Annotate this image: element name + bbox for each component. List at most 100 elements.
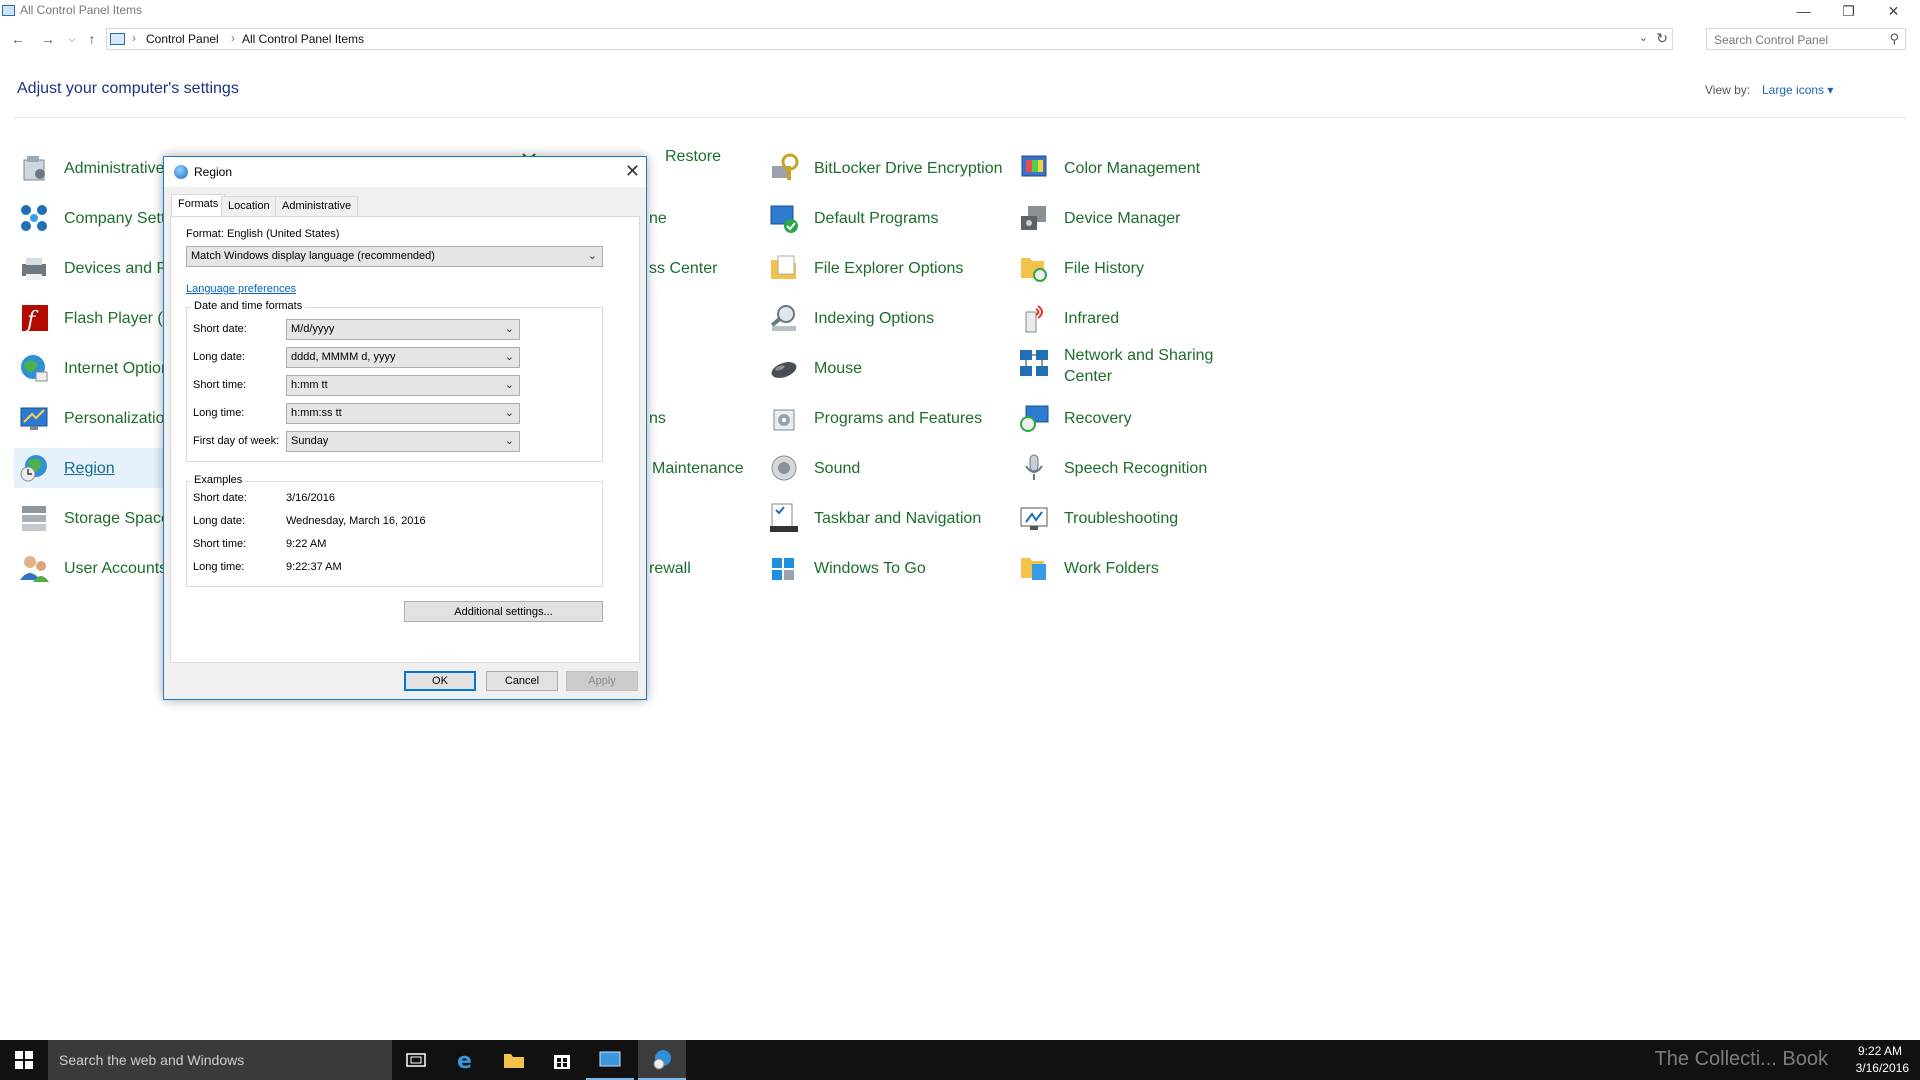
first-day-of-week-value: Sunday (291, 435, 329, 447)
taskbar-region[interactable] (638, 1040, 686, 1080)
cp-item-label: Troubleshooting (1064, 509, 1179, 527)
short-date-label: Short date: (193, 323, 247, 335)
cp-item-work-folders[interactable]: Work Folders (1018, 548, 1159, 588)
dialog-close-button[interactable]: ✕ (625, 161, 640, 182)
header-divider (14, 117, 1906, 118)
cp-item-label: Sound (814, 459, 861, 477)
cp-item-label: Maintenance (652, 459, 744, 477)
ok-button[interactable]: OK (404, 671, 476, 691)
clock-date[interactable]: 3/16/2016 (1856, 1061, 1909, 1075)
chevron-down-icon: ⌄ (587, 250, 597, 262)
cp-item-user-accounts[interactable]: User Accounts (18, 548, 167, 588)
long-date-select[interactable]: dddd, MMMM d, yyyy ⌄ (286, 347, 520, 368)
cp-item-label: Windows To Go (814, 559, 926, 577)
search-icon[interactable]: ⚲ (1889, 31, 1899, 47)
short-date-select[interactable]: M/d/yyyy ⌄ (286, 319, 520, 340)
cp-item-windows-to-go[interactable]: Windows To Go (768, 548, 926, 588)
taskbar-search-input[interactable]: Search the web and Windows (59, 1052, 244, 1068)
address-bar[interactable]: › Control Panel › All Control Panel Item… (106, 28, 1673, 50)
windows-logo-icon (15, 1051, 33, 1069)
additional-settings-button[interactable]: Additional settings... (404, 601, 603, 622)
clock-time[interactable]: 9:22 AM (1858, 1044, 1902, 1058)
cp-item-bitlocker[interactable]: BitLocker Drive Encryption (768, 148, 1003, 188)
cp-item-color-management[interactable]: Color Management (1018, 148, 1200, 188)
cp-item-administrative-tools[interactable]: Administrative (18, 148, 164, 188)
cp-item-file-explorer-options[interactable]: File Explorer Options (768, 248, 963, 288)
tab-location[interactable]: Location (221, 196, 277, 216)
cp-item-company-settings[interactable]: Company Setti (18, 198, 169, 238)
start-button[interactable] (0, 1040, 48, 1080)
taskbar-edge[interactable]: e (442, 1040, 490, 1080)
folder-icon (504, 1054, 524, 1068)
cp-item-partial[interactable]: ss Center (649, 248, 717, 288)
cp-item-partial[interactable]: ne (649, 198, 667, 238)
cp-item-device-manager[interactable]: Device Manager (1018, 198, 1181, 238)
tab-administrative[interactable]: Administrative (275, 196, 359, 216)
cp-item-troubleshooting[interactable]: Troubleshooting (1018, 498, 1178, 538)
cp-item-label: Network and Sharing Center (1064, 347, 1214, 385)
first-day-of-week-select[interactable]: Sunday ⌄ (286, 431, 520, 452)
work-folders-icon (1018, 552, 1050, 584)
cp-item-storage-spaces[interactable]: Storage Spaces (18, 498, 178, 538)
address-row: ← → ⌵ ↑ › Control Panel › All Control Pa… (0, 26, 1920, 52)
recent-locations-chevron-icon[interactable]: ⌵ (62, 29, 82, 49)
cp-item-programs-features[interactable]: Programs and Features (768, 398, 982, 438)
back-button[interactable]: ← (8, 29, 28, 49)
cp-item-label: User Accounts (64, 559, 168, 577)
cp-item-internet-options[interactable]: Internet Option (18, 348, 170, 388)
cp-item-indexing-options[interactable]: Indexing Options (768, 298, 934, 338)
long-time-select[interactable]: h:mm:ss tt ⌄ (286, 403, 520, 424)
search-box[interactable]: Search Control Panel ⚲ (1706, 28, 1906, 50)
long-time-value: h:mm:ss tt (291, 407, 342, 419)
restore-button[interactable]: ❐ (1826, 0, 1871, 22)
format-select[interactable]: Match Windows display language (recommen… (186, 246, 603, 267)
cp-item-network-sharing[interactable]: Network and Sharing Center (1018, 347, 1234, 392)
cp-item-region[interactable]: Region (14, 448, 164, 488)
apply-button[interactable]: Apply (566, 671, 638, 691)
cp-item-label: Restore (665, 147, 722, 165)
control-panel-icon (599, 1051, 621, 1067)
cp-item-mouse[interactable]: Mouse (768, 348, 862, 388)
search-input[interactable]: Search Control Panel (1714, 33, 1828, 47)
cp-item-flash-player[interactable]: f Flash Player (3 (18, 298, 172, 338)
cp-item-recovery[interactable]: Recovery (1018, 398, 1132, 438)
close-button[interactable]: ✕ (1871, 0, 1916, 22)
breadcrumb-control-panel[interactable]: Control Panel (146, 32, 219, 46)
cp-item-devices-and-printers[interactable]: Devices and Pr (18, 248, 173, 288)
taskbar-search-box[interactable]: Search the web and Windows (48, 1040, 392, 1080)
taskbar-file-explorer[interactable] (490, 1040, 538, 1080)
address-dropdown-chevron-icon[interactable]: ⌄ (1639, 31, 1648, 44)
example-long-time-value: 9:22:37 AM (286, 561, 342, 573)
up-button[interactable]: ↑ (82, 29, 102, 49)
minimize-button[interactable]: — (1781, 0, 1826, 22)
cp-item-infrared[interactable]: Infrared (1018, 298, 1119, 338)
view-by-dropdown[interactable]: Large icons ▾ (1762, 83, 1833, 97)
cp-item-partial[interactable]: rewall (649, 548, 691, 588)
refresh-icon[interactable]: ↻ (1656, 30, 1668, 47)
task-view-button[interactable] (392, 1040, 440, 1080)
cp-item-speech-recognition[interactable]: Speech Recognition (1018, 448, 1207, 488)
storage-spaces-icon (18, 502, 50, 534)
cp-item-personalization[interactable]: Personalizatio (18, 398, 165, 438)
cp-item-label: Color Management (1064, 159, 1201, 177)
cp-item-file-history[interactable]: File History (1018, 248, 1144, 288)
cp-item-taskbar-navigation[interactable]: Taskbar and Navigation (768, 498, 981, 538)
tab-formats[interactable]: Formats (171, 194, 226, 217)
cp-item-label: Default Programs (814, 209, 939, 227)
short-time-select[interactable]: h:mm tt ⌄ (286, 375, 520, 396)
cp-item-partial[interactable]: ns (649, 398, 666, 438)
formats-tab-panel: Format: English (United States) Match Wi… (170, 216, 640, 663)
language-preferences-link[interactable]: Language preferences (186, 283, 296, 295)
programs-features-icon (768, 402, 800, 434)
breadcrumb-all-items[interactable]: All Control Panel Items (242, 32, 364, 46)
example-short-date-value: 3/16/2016 (286, 492, 335, 504)
taskbar-control-panel[interactable] (586, 1040, 634, 1080)
forward-button[interactable]: → (38, 29, 58, 49)
cp-item-label: Recovery (1064, 409, 1132, 427)
cancel-button[interactable]: Cancel (486, 671, 558, 691)
cp-item-default-programs[interactable]: Default Programs (768, 198, 939, 238)
cp-item-sound[interactable]: Sound (768, 448, 860, 488)
cp-item-security-maintenance-partial[interactable]: Maintenance (652, 448, 744, 488)
taskbar-store[interactable] (538, 1040, 586, 1080)
example-long-time-label: Long time: (193, 561, 245, 573)
